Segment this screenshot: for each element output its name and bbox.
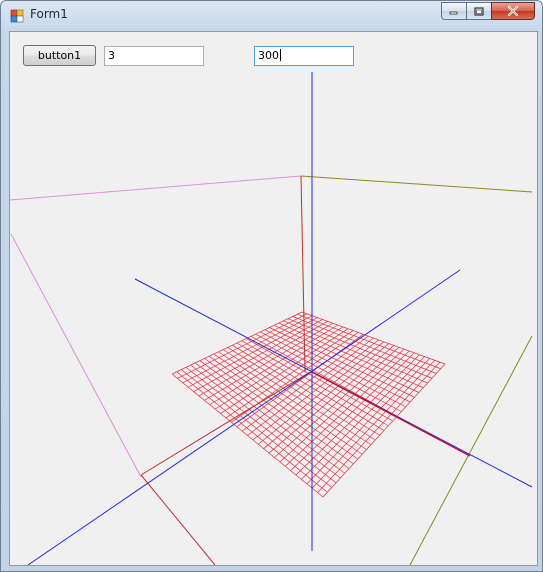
box-edge-pink-top (10, 175, 302, 201)
box-wireframe (10, 175, 533, 565)
mesh-line (285, 350, 410, 467)
coordinate-axes (27, 72, 533, 565)
textbox-1[interactable]: 3 (104, 46, 204, 66)
mesh-line (279, 348, 405, 463)
form1-window: Form1 button1 3 300 (0, 0, 543, 572)
app-icon (10, 9, 24, 23)
mesh-line (171, 373, 324, 498)
title-bar[interactable]: Form1 (1, 1, 542, 31)
minimize-icon (449, 11, 458, 15)
button1[interactable]: button1 (23, 45, 96, 66)
text-caret (280, 49, 281, 61)
box-edge-olive-top (300, 175, 533, 193)
form-client-area: button1 3 300 (9, 31, 538, 566)
mesh-line (190, 364, 341, 479)
mesh-line (258, 341, 384, 445)
mesh-line (181, 369, 332, 488)
close-button[interactable] (491, 2, 535, 20)
3d-scene-canvas[interactable] (10, 32, 537, 565)
mesh-line (274, 347, 400, 458)
textbox-1-value: 3 (108, 49, 115, 62)
maximize-icon (474, 6, 484, 16)
minimize-button[interactable] (441, 2, 467, 20)
caption-buttons (441, 2, 535, 20)
maximize-button[interactable] (466, 2, 492, 20)
box-edge-pink-left (10, 233, 142, 478)
close-icon (507, 6, 519, 16)
box-edge-red-bottom-left (140, 474, 216, 565)
surface-mesh (171, 311, 446, 498)
textbox-2-value: 300 (258, 49, 279, 62)
textbox-2[interactable]: 300 (254, 46, 354, 66)
window-title: Form1 (30, 7, 68, 21)
axis-y (27, 269, 461, 565)
mesh-line (301, 356, 425, 480)
